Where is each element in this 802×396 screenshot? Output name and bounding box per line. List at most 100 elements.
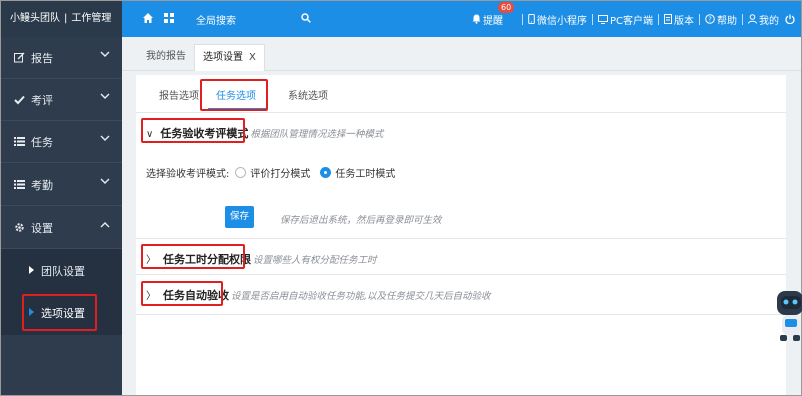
section-hint: 设置是否启用自动验收任务功能,以及任务提交几天后自动验收	[231, 291, 491, 302]
mine-label: 我的	[759, 15, 779, 27]
pc-client-button[interactable]: PC客户端	[595, 12, 656, 27]
version-label: 版本	[674, 15, 694, 27]
sidebar-subitem-option-settings[interactable]: 选项设置	[1, 295, 122, 331]
divider	[658, 13, 659, 25]
chevron-up-icon	[100, 222, 110, 228]
remind-label: 提醒	[482, 15, 503, 27]
chevron-down-icon: ∨	[146, 129, 154, 140]
close-icon[interactable]: X	[249, 52, 256, 63]
help-button[interactable]: ? 帮助	[702, 12, 740, 27]
sidebar-item-task[interactable]: 任务	[1, 121, 122, 163]
top-bar: 小鳗头团队 | 工作管理 全局搜索 提醒 60 微信小程序 PC客户端 版本 ? 帮	[1, 1, 801, 37]
caret-right-icon	[29, 308, 34, 316]
mine-button[interactable]: 我的	[745, 12, 782, 27]
section-title: 任务工时分配权限	[163, 253, 251, 266]
divider	[591, 13, 593, 25]
section-header[interactable]: ∨ 任务验收考评模式 根据团队管理情况选择一种模式	[146, 125, 383, 141]
sidebar-item-label: 任务	[31, 135, 53, 149]
global-search-label[interactable]: 全局搜索	[196, 12, 236, 27]
sidebar-item-attendance[interactable]: 考勤	[1, 164, 122, 206]
tab-label: 我的报告	[146, 51, 186, 62]
section-hint: 设置哪些人有权分配任务工时	[253, 255, 377, 266]
brand: 小鳗头团队 | 工作管理	[1, 1, 122, 37]
chevron-right-icon: 〉	[146, 291, 156, 302]
settings-panel: 报告选项 任务选项 系统选项 ∨ 任务验收考评模式 根据团队管理情况选择一种模式…	[136, 75, 786, 395]
radio-task-hours-mode[interactable]	[320, 167, 332, 178]
tab-my-reports[interactable]: 我的报告	[138, 44, 194, 71]
section-header[interactable]: 〉 任务自动验收 设置是否启用自动验收任务功能,以及任务提交几天后自动验收	[146, 287, 491, 303]
power-icon	[785, 14, 795, 24]
list-icon	[13, 137, 25, 146]
sidebar-subitem-label: 团队设置	[41, 265, 85, 278]
subtab-bar: 报告选项 任务选项 系统选项	[136, 75, 786, 113]
chevron-down-icon	[100, 93, 110, 99]
power-button[interactable]	[782, 14, 801, 24]
section-title: 任务验收考评模式	[160, 127, 249, 140]
sidebar-item-evaluation[interactable]: 考评	[1, 79, 122, 121]
team-name: 小鳗头团队	[10, 13, 60, 24]
help-icon: ?	[705, 14, 715, 24]
divider	[699, 13, 700, 25]
field-label: 选择验收考评模式:	[146, 169, 230, 180]
check-icon	[13, 95, 25, 105]
content-area: 报告选项 任务选项 系统选项 ∨ 任务验收考评模式 根据团队管理情况选择一种模式…	[122, 71, 801, 395]
section-hint: 根据团队管理情况选择一种模式	[250, 129, 384, 140]
save-hint: 保存后退出系统，然后再登录即可生效	[280, 215, 442, 226]
home-icon[interactable]	[142, 12, 154, 24]
sidebar-item-label: 考评	[31, 93, 53, 107]
chevron-down-icon	[100, 135, 110, 141]
chevron-down-icon	[100, 178, 110, 184]
caret-right-icon	[29, 266, 34, 274]
miniprogram-button[interactable]: 微信小程序	[525, 12, 590, 27]
tab-option-settings[interactable]: 选项设置 X	[194, 44, 265, 71]
sidebar: 报告 考评 任务 考勤 设置 团队设置 选项设置	[1, 37, 122, 395]
subtab-report-options[interactable]: 报告选项	[159, 87, 199, 102]
section-header[interactable]: 〉 任务工时分配权限 设置哪些人有权分配任务工时	[146, 251, 377, 267]
sidebar-item-label: 设置	[31, 221, 53, 235]
settings-submenu: 团队设置 选项设置	[1, 249, 122, 335]
user-icon	[748, 14, 757, 24]
robot-assistant-icon[interactable]	[771, 281, 802, 343]
section-acceptance-mode: ∨ 任务验收考评模式 根据团队管理情况选择一种模式 选择验收考评模式: 评价打分…	[136, 113, 786, 239]
chevron-right-icon: 〉	[146, 255, 156, 266]
list-icon	[13, 180, 25, 189]
radio-label: 评价打分模式	[250, 169, 311, 180]
sidebar-item-report[interactable]: 报告	[1, 37, 122, 79]
phone-icon	[528, 14, 535, 24]
miniprogram-label: 微信小程序	[536, 15, 587, 27]
chevron-down-icon	[100, 51, 110, 57]
version-button[interactable]: 版本	[661, 12, 697, 27]
brand-divider: |	[64, 13, 68, 24]
bell-icon	[472, 14, 481, 24]
pc-client-label: PC客户端	[609, 15, 653, 27]
search-icon[interactable]	[301, 13, 311, 23]
section-hours-permission: 〉 任务工时分配权限 设置哪些人有权分配任务工时	[136, 239, 786, 275]
save-button[interactable]: 保存	[225, 206, 254, 228]
active-tab-indicator	[208, 108, 266, 110]
subtab-system-options[interactable]: 系统选项	[288, 87, 328, 102]
sidebar-item-label: 考勤	[31, 178, 53, 192]
remind-button[interactable]: 提醒 60	[469, 1, 520, 27]
radio-rating-mode[interactable]	[235, 167, 247, 178]
section-auto-acceptance: 〉 任务自动验收 设置是否启用自动验收任务功能,以及任务提交几天后自动验收	[136, 275, 786, 315]
document-icon	[664, 14, 672, 24]
top-right-menu: 提醒 60 微信小程序 PC客户端 版本 ? 帮助 我的	[469, 1, 801, 37]
tab-label: 选项设置	[203, 52, 243, 63]
monitor-icon	[597, 14, 608, 24]
divider	[521, 13, 523, 25]
page-tab-bar: 我的报告 选项设置 X	[122, 37, 801, 71]
apps-grid-icon[interactable]	[164, 13, 174, 23]
sidebar-subitem-label: 选项设置	[41, 307, 85, 320]
radio-label: 任务工时模式	[335, 169, 396, 180]
module-name: 工作管理	[71, 13, 112, 24]
sidebar-item-settings[interactable]: 设置	[1, 207, 122, 249]
subtab-task-options[interactable]: 任务选项	[216, 87, 256, 102]
edit-icon	[13, 52, 25, 63]
section-title: 任务自动验收	[163, 289, 229, 302]
gear-icon	[13, 222, 25, 233]
mode-radio-group: 选择验收考评模式: 评价打分模式 任务工时模式	[146, 165, 395, 180]
sidebar-subitem-team-settings[interactable]: 团队设置	[1, 253, 122, 289]
divider	[742, 13, 743, 25]
sidebar-item-label: 报告	[31, 51, 53, 65]
svg-text:?: ?	[708, 16, 712, 24]
